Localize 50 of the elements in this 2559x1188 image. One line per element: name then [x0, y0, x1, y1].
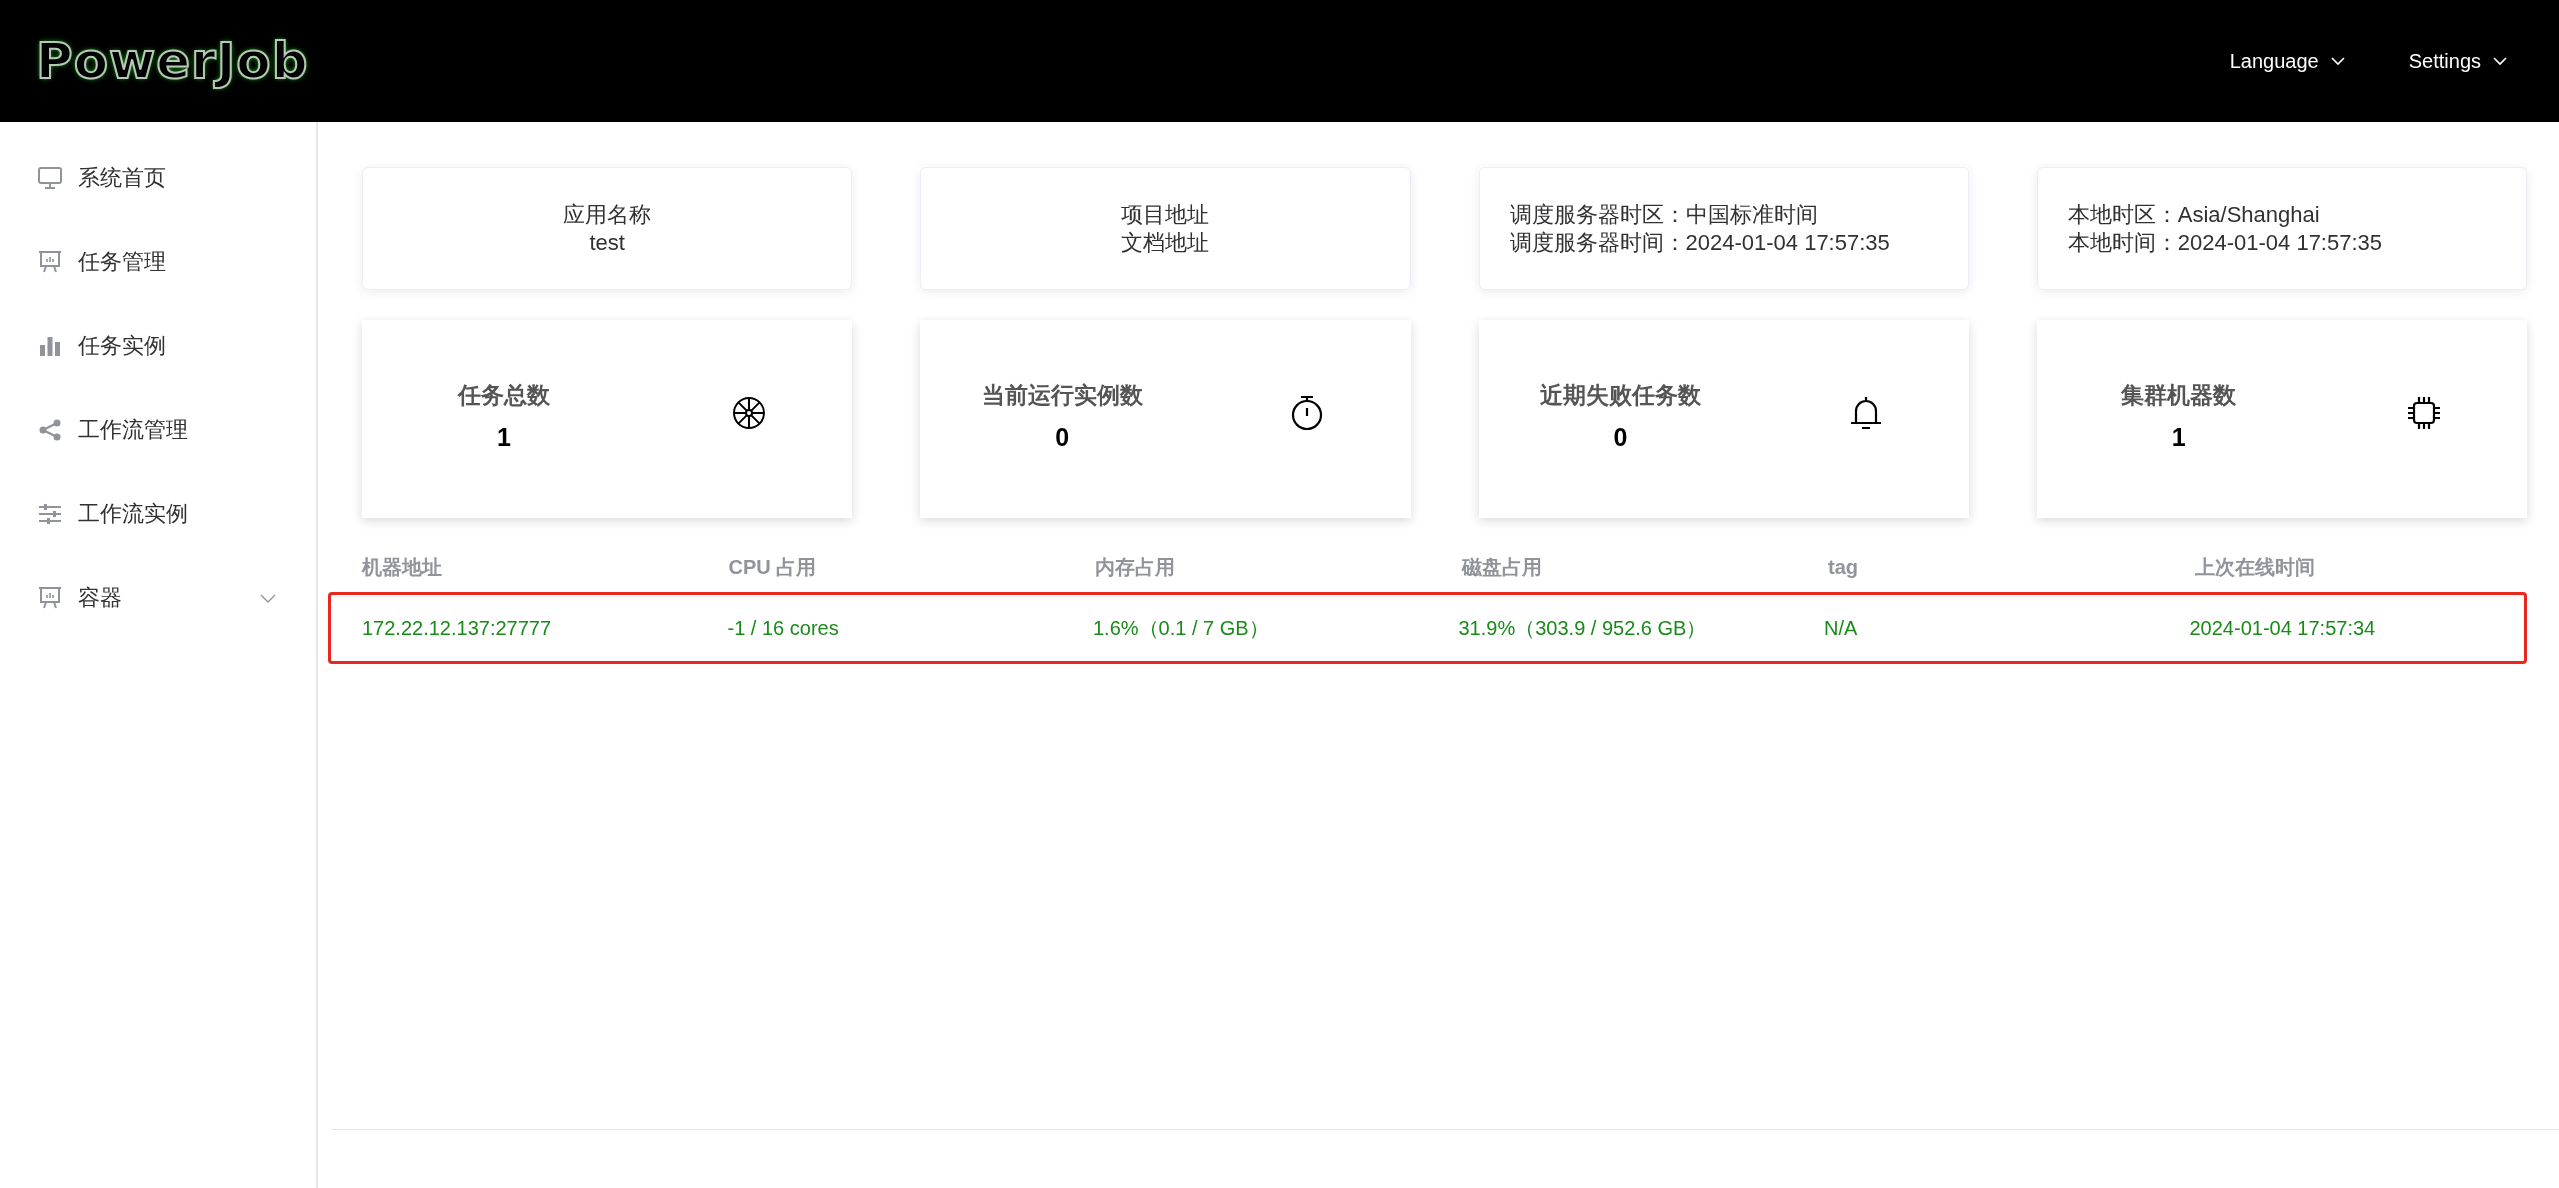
column-header: 内存占用	[1094, 554, 1176, 580]
presentation-chart-icon	[38, 251, 62, 273]
info-text: 调度服务器时间：2024-01-04 17:57:35	[1509, 228, 1890, 256]
sidebar-item[interactable]: 任务管理	[0, 220, 316, 304]
table-cell-text: -1 / 16 cores	[726, 616, 840, 640]
share-icon	[38, 419, 62, 441]
chevron-down-icon	[260, 593, 276, 603]
table-cell-text: 172.22.12.137:27777	[361, 616, 553, 640]
bell-icon	[1848, 395, 1883, 431]
stat-title: 任务总数	[458, 381, 550, 410]
table-cell-text: 31.9%（303.9 / 952.6 GB）	[1457, 615, 1708, 641]
info-text: 文档地址	[1121, 228, 1210, 256]
wheel-icon	[732, 396, 767, 430]
sidebar-item[interactable]: 工作流实例	[0, 472, 316, 556]
table-cell-text: 2024-01-04 17:57:34	[2188, 616, 2377, 640]
stat-value: 0	[1613, 423, 1628, 452]
column-header: CPU 占用	[727, 554, 818, 580]
column-header: 上次在线时间	[2193, 554, 2316, 580]
column-header: 磁盘占用	[1460, 554, 1543, 580]
stat-title: 集群机器数	[2121, 381, 2237, 410]
header-menu[interactable]: Settings	[2408, 49, 2507, 73]
sidebar-item[interactable]: 容器	[0, 556, 316, 640]
table-cell-text: 1.6%（0.1 / 7 GB）	[1092, 615, 1270, 641]
sidebar-item[interactable]: 工作流管理	[0, 388, 316, 472]
stopwatch-icon	[1291, 395, 1324, 431]
column-header: tag	[1827, 555, 1859, 579]
caret-icon	[2330, 56, 2345, 66]
column-header: 机器地址	[360, 554, 443, 580]
info-text: 调度服务器时区：中国标准时间	[1509, 201, 1818, 229]
chip-icon	[2405, 395, 2442, 431]
presentation-chart-icon	[38, 587, 62, 609]
sidebar-item[interactable]: 系统首页	[0, 136, 316, 220]
info-text: 应用名称	[563, 201, 652, 229]
caret-icon	[2493, 56, 2507, 66]
stat-value: 1	[2171, 423, 2186, 452]
stat-title: 当前运行实例数	[981, 381, 1143, 410]
sidebar-item[interactable]: 任务实例	[0, 304, 316, 388]
bar-chart-icon	[38, 335, 62, 357]
header-menu[interactable]: Language	[2229, 49, 2345, 73]
monitor-icon	[38, 167, 62, 189]
table-cell-text: N/A	[1823, 616, 1859, 640]
sliders-icon	[38, 503, 62, 525]
info-text: 本地时间：2024-01-04 17:57:35	[2067, 228, 2383, 256]
info-text: 项目地址	[1121, 201, 1210, 229]
info-text: 本地时区：Asia/Shanghai	[2067, 201, 2320, 229]
logo: PowerJob	[35, 31, 310, 92]
stat-value: 0	[1055, 423, 1070, 452]
stat-value: 1	[497, 423, 511, 452]
info-text: test	[589, 228, 625, 256]
stat-title: 近期失败任务数	[1540, 381, 1701, 410]
